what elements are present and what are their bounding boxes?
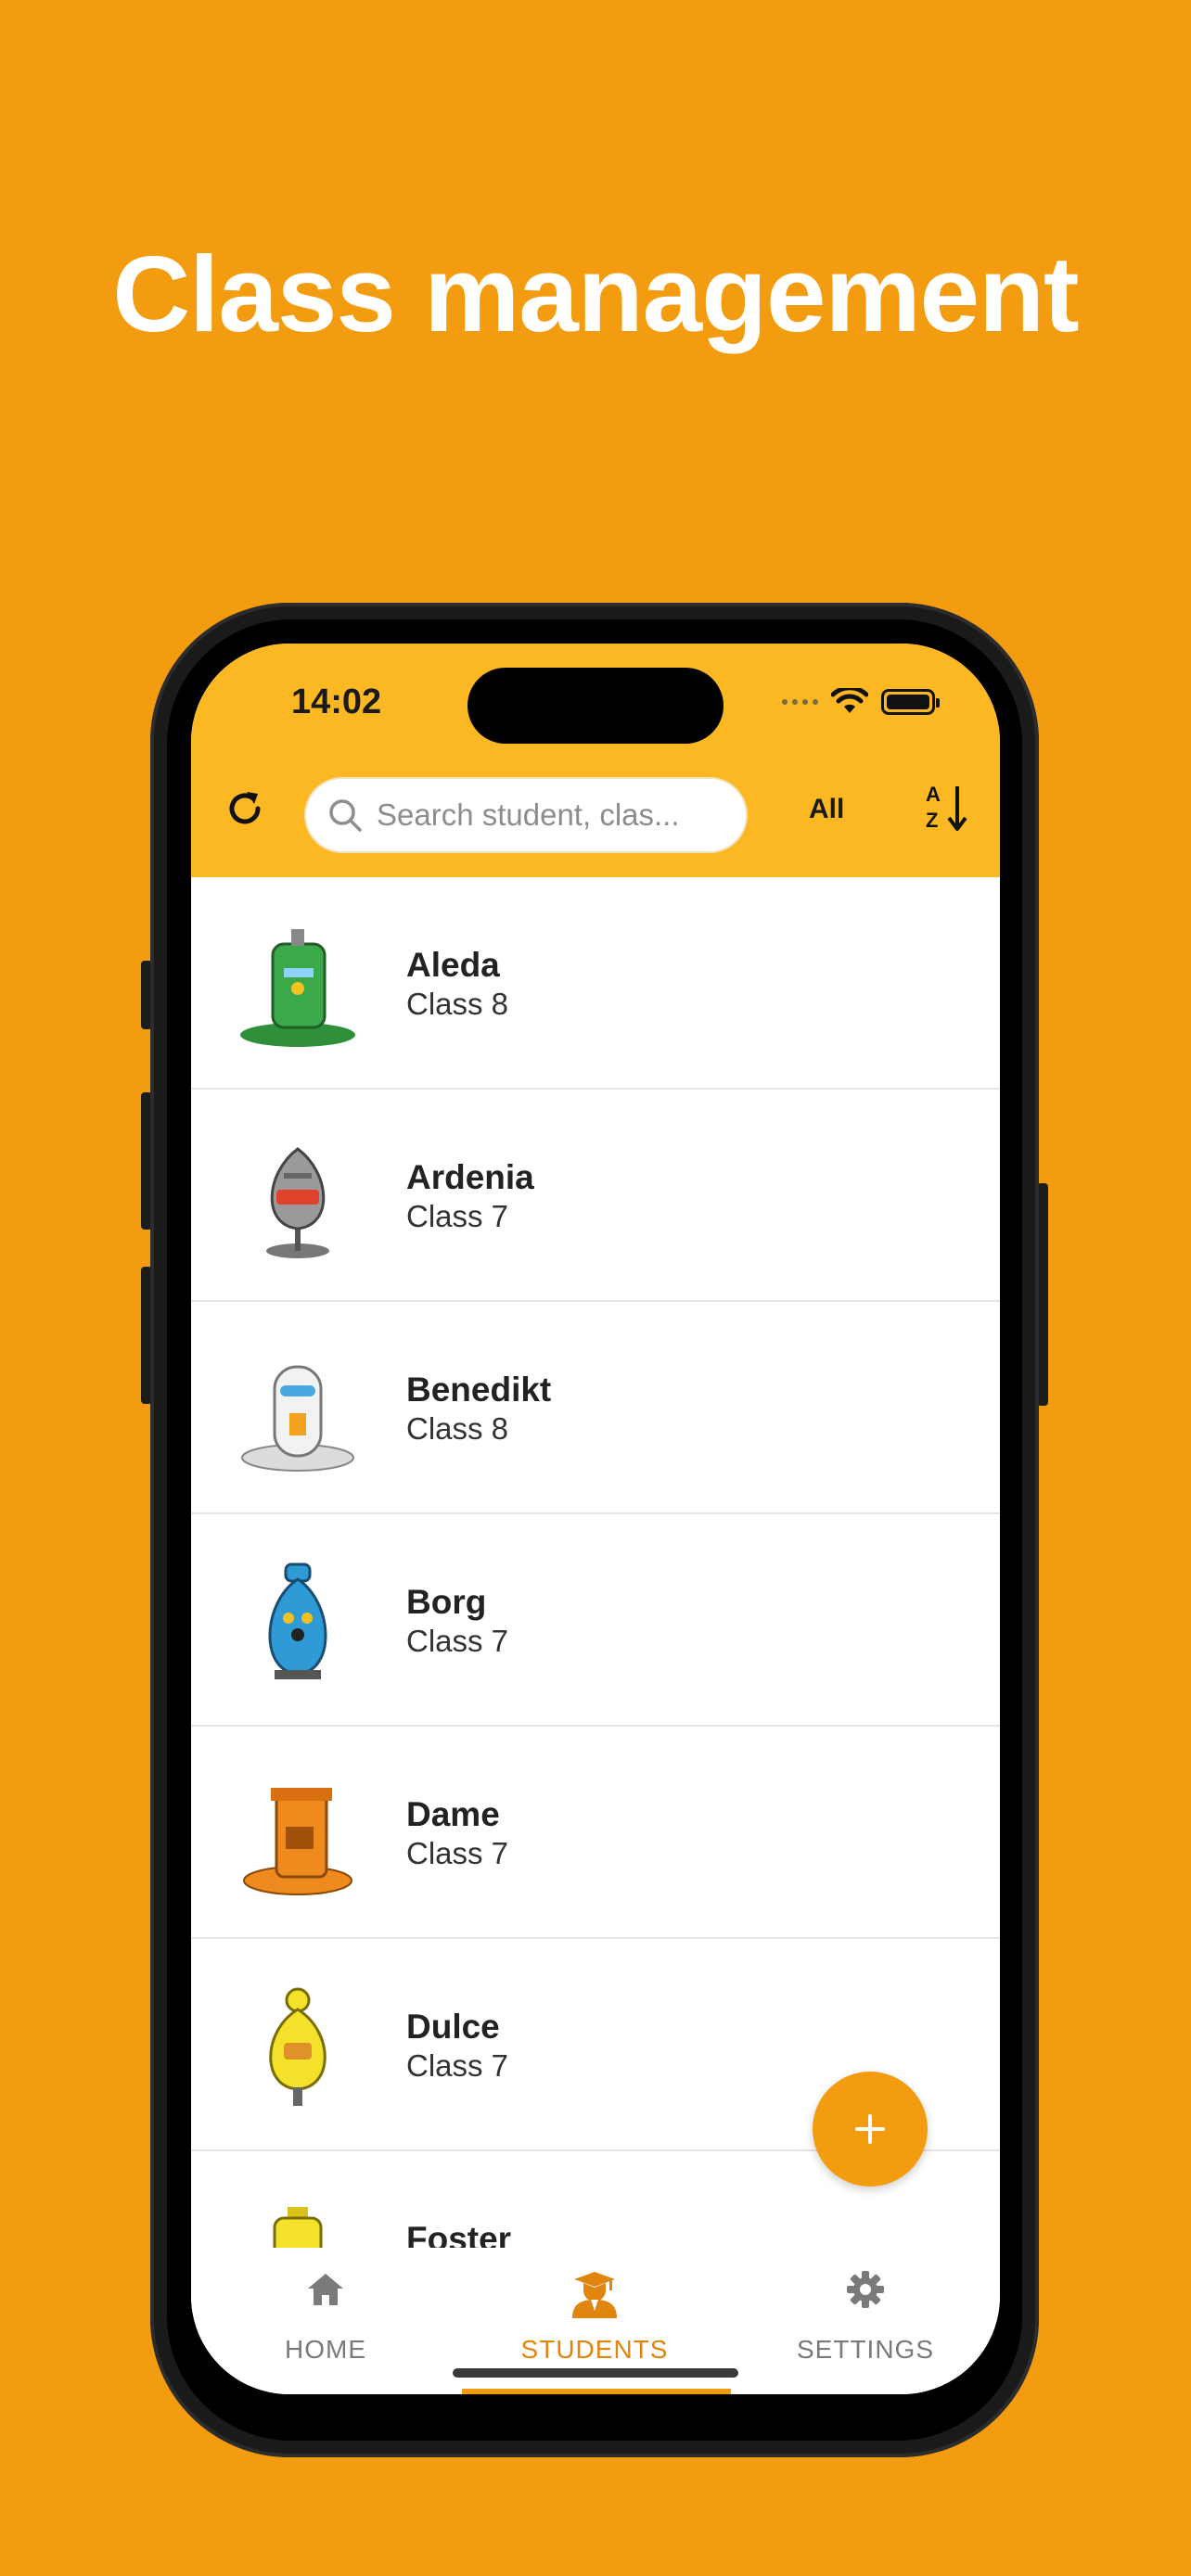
student-class: Class 7 [406, 1624, 509, 1658]
gear-icon [847, 2271, 884, 2308]
add-student-button[interactable] [813, 2072, 928, 2187]
signal-icon [782, 699, 818, 705]
student-row[interactable]: Ardenia Class 7 [191, 1090, 1000, 1302]
student-name: Benedikt [406, 1371, 552, 1409]
student-row[interactable]: Aleda Class 8 [191, 877, 1000, 1090]
student-name: Dulce [406, 2008, 500, 2046]
tab-home[interactable]: HOME [191, 2248, 460, 2394]
student-class: Class 8 [406, 1411, 509, 1446]
robot-avatar-icon [241, 1365, 354, 1472]
dynamic-island [467, 668, 724, 744]
svg-text:Z: Z [926, 809, 938, 832]
student-icon [572, 2272, 617, 2318]
app-screen: 14:02 All A Z [191, 644, 1000, 2394]
search-input[interactable] [377, 797, 729, 833]
status-icons [782, 688, 940, 716]
tab-settings[interactable]: SETTINGS [731, 2248, 1000, 2394]
refresh-button[interactable] [219, 783, 271, 835]
student-name: Ardenia [406, 1158, 534, 1196]
active-tab-indicator [462, 2389, 731, 2394]
top-bar: 14:02 All A Z [191, 644, 1000, 877]
student-name: Foster [406, 2220, 512, 2248]
search-bar[interactable] [304, 777, 748, 853]
headline: Class management [112, 234, 1079, 354]
student-row[interactable]: Benedikt Class 8 [191, 1302, 1000, 1514]
filter-button[interactable]: All [809, 794, 844, 825]
tab-label: HOME [285, 2335, 366, 2364]
robot-avatar-icon [268, 1562, 327, 1679]
student-class: Class 8 [406, 987, 509, 1021]
student-name: Borg [406, 1583, 487, 1621]
student-class: Class 7 [406, 2048, 509, 2083]
student-list[interactable]: Aleda Class 8 Ardenia Class 7 Benedikt C… [191, 877, 1000, 2248]
refresh-icon [229, 792, 261, 824]
robot-avatar-icon [273, 2207, 323, 2248]
tab-label: STUDENTS [520, 2335, 669, 2364]
status-time: 14:02 [291, 682, 382, 721]
student-class: Class 7 [406, 1199, 509, 1233]
student-name: Aleda [406, 946, 500, 984]
search-icon [329, 799, 362, 832]
student-row[interactable]: Borg Class 7 [191, 1514, 1000, 1727]
robot-avatar-icon [266, 1147, 329, 1258]
tab-label: SETTINGS [796, 2335, 934, 2364]
robot-avatar-icon [240, 929, 355, 1047]
svg-text:A: A [926, 783, 941, 806]
student-name: Dame [406, 1795, 500, 1833]
student-row[interactable]: Dame Class 7 [191, 1727, 1000, 1939]
wifi-icon [831, 688, 868, 713]
robot-avatar-icon [243, 1788, 352, 1895]
sort-az-icon[interactable]: A Z [924, 781, 970, 833]
plus-icon [855, 2114, 885, 2144]
home-indicator [453, 2368, 738, 2378]
battery-icon [881, 689, 940, 715]
student-class: Class 7 [406, 1836, 509, 1870]
robot-avatar-icon [269, 1987, 327, 2106]
home-icon [308, 2274, 343, 2305]
